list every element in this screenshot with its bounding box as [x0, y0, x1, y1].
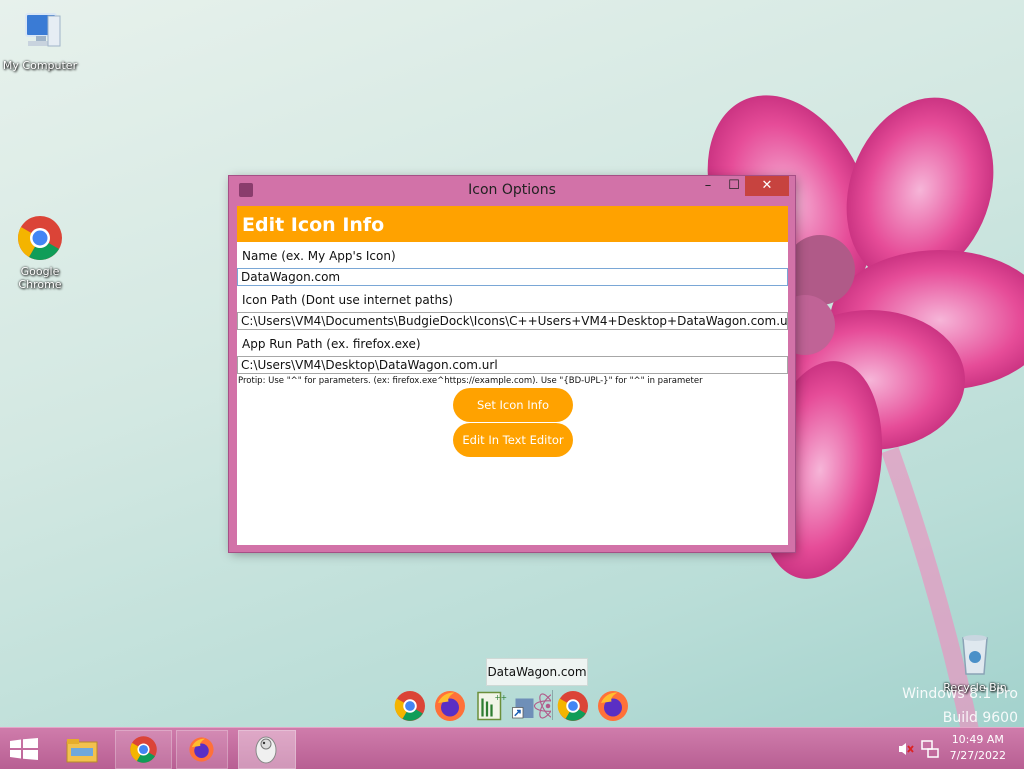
- recycle-bin-icon: [962, 635, 988, 675]
- run-path-field[interactable]: C:\Users\VM4\Desktop\DataWagon.com.url: [237, 356, 788, 374]
- dock-atom-icon[interactable]: [515, 688, 551, 724]
- dock-notepad-plus-plus-icon[interactable]: ++: [472, 688, 508, 724]
- set-icon-info-button[interactable]: Set Icon Info: [453, 388, 573, 422]
- desktop-icon-google-chrome[interactable]: Google Chrome: [0, 214, 80, 291]
- build-watermark: Build 9600: [942, 710, 1018, 726]
- clock[interactable]: 10:49 AM 7/27/2022: [950, 732, 1006, 764]
- dock-firefox-icon[interactable]: [595, 688, 631, 724]
- dock-tooltip: DataWagon.com: [486, 658, 588, 686]
- name-label: Name (ex. My App's Icon): [242, 249, 396, 263]
- chrome-icon: [18, 216, 62, 260]
- close-button[interactable]: ✕: [745, 176, 789, 196]
- desktop-icon-label: My Computer: [2, 59, 78, 72]
- run-path-label: App Run Path (ex. firefox.exe): [242, 337, 421, 351]
- taskbar-firefox[interactable]: [176, 730, 228, 769]
- computer-icon: [25, 13, 61, 47]
- dock-chrome-icon[interactable]: [392, 688, 428, 724]
- window-client-area: Edit Icon Info Name (ex. My App's Icon) …: [237, 206, 788, 545]
- file-explorer-icon: [66, 739, 98, 763]
- dock-chrome-icon[interactable]: [555, 688, 591, 724]
- network-icon[interactable]: [921, 740, 939, 758]
- dock-firefox-icon[interactable]: [432, 688, 468, 724]
- icon-path-field[interactable]: C:\Users\VM4\Documents\BudgieDock\Icons\…: [237, 312, 788, 330]
- taskbar: 10:49 AM 7/27/2022: [0, 727, 1024, 769]
- volume-muted-icon[interactable]: [898, 742, 914, 756]
- desktop-icon-my-computer[interactable]: My Computer: [0, 8, 80, 72]
- windows-watermark: Windows 8.1 Pro: [902, 686, 1018, 702]
- window-titlebar[interactable]: Icon Options – ☐ ✕: [229, 176, 795, 204]
- desktop-icon-recycle-bin[interactable]: Recycle Bin: [935, 630, 1015, 694]
- chrome-icon: [130, 736, 157, 763]
- dock-separator: [552, 690, 553, 720]
- taskbar-budgiedock[interactable]: [238, 730, 296, 769]
- budgiedock-icon: [255, 736, 277, 764]
- edit-in-text-editor-button[interactable]: Edit In Text Editor: [453, 423, 573, 457]
- svg-text:++: ++: [495, 693, 508, 702]
- name-field[interactable]: DataWagon.com: [237, 268, 788, 286]
- maximize-button[interactable]: ☐: [721, 178, 747, 198]
- edit-icon-header: Edit Icon Info: [237, 206, 788, 242]
- icon-path-label: Icon Path (Dont use internet paths): [242, 293, 453, 307]
- firefox-icon: [189, 737, 214, 762]
- icon-options-window: Icon Options – ☐ ✕ Edit Icon Info Name (…: [229, 176, 795, 552]
- start-icon[interactable]: [10, 738, 38, 760]
- taskbar-file-explorer[interactable]: [57, 730, 107, 769]
- desktop-icon-label: Google Chrome: [18, 265, 62, 291]
- minimize-button[interactable]: –: [695, 178, 721, 198]
- clock-date: 7/27/2022: [949, 749, 1006, 762]
- clock-time: 10:49 AM: [951, 733, 1004, 746]
- protip-text: Protip: Use "^" for parameters. (ex: fir…: [238, 376, 703, 386]
- taskbar-chrome[interactable]: [115, 730, 172, 769]
